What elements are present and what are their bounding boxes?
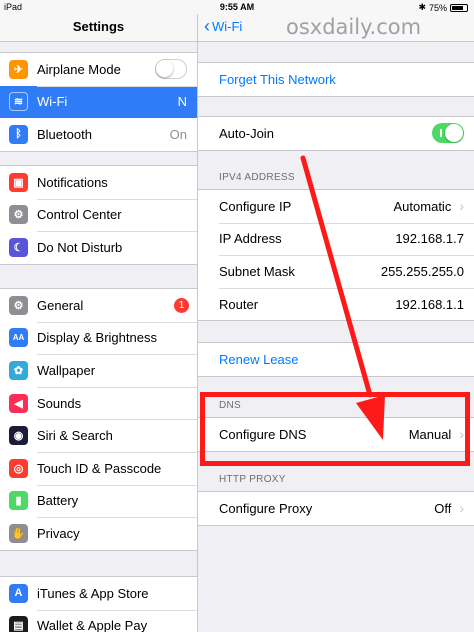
annotation-arrow [300,155,385,440]
